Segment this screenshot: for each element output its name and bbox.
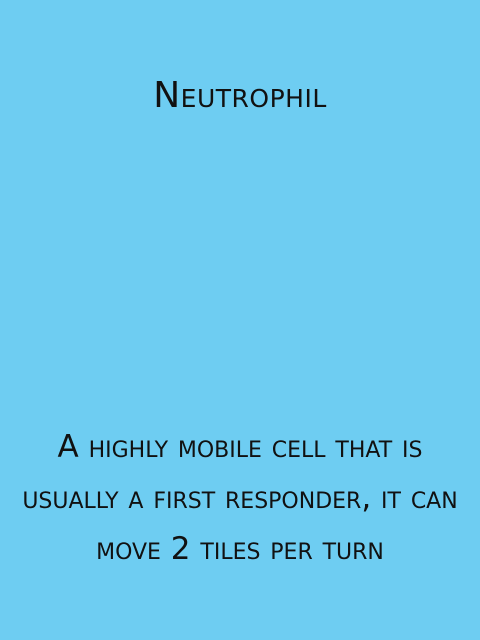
card-title: Neutrophil [153,75,327,116]
game-card: Neutrophil A highly mobile cell that is … [0,0,480,640]
card-description: A highly mobile cell that is usually a f… [22,429,458,567]
